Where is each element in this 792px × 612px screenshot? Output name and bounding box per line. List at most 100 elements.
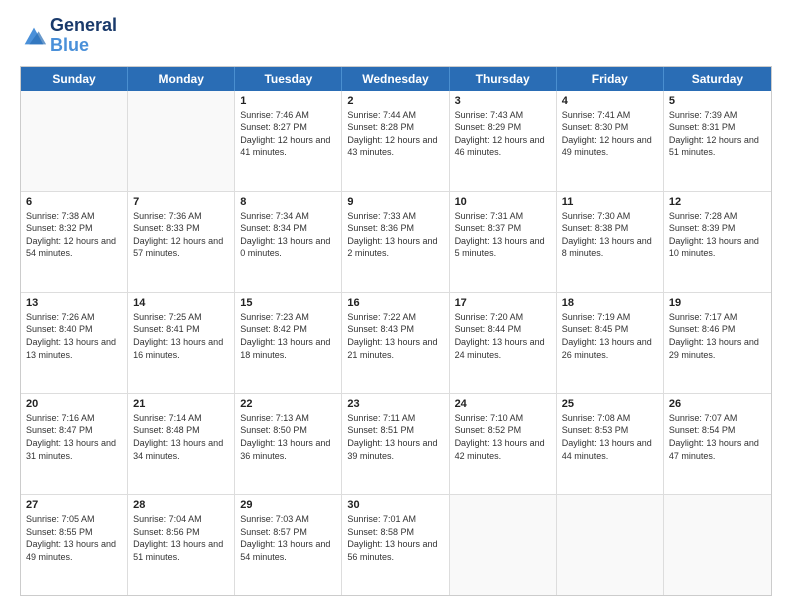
day-number: 10	[455, 196, 551, 208]
day-cell-28: 28 Sunrise: 7:04 AM Sunset: 8:56 PM Dayli…	[128, 495, 235, 595]
day-info: Sunrise: 7:14 AM Sunset: 8:48 PM Dayligh…	[133, 412, 229, 462]
day-number: 16	[347, 297, 443, 309]
day-number: 28	[133, 499, 229, 511]
page: General Blue SundayMondayTuesdayWednesda…	[0, 0, 792, 612]
day-info: Sunrise: 7:36 AM Sunset: 8:33 PM Dayligh…	[133, 210, 229, 260]
day-info: Sunrise: 7:26 AM Sunset: 8:40 PM Dayligh…	[26, 311, 122, 361]
day-info: Sunrise: 7:03 AM Sunset: 8:57 PM Dayligh…	[240, 513, 336, 563]
day-info: Sunrise: 7:05 AM Sunset: 8:55 PM Dayligh…	[26, 513, 122, 563]
day-number: 24	[455, 398, 551, 410]
header: General Blue	[20, 16, 772, 56]
day-number: 1	[240, 95, 336, 107]
day-info: Sunrise: 7:39 AM Sunset: 8:31 PM Dayligh…	[669, 109, 766, 159]
header-day-sunday: Sunday	[21, 67, 128, 91]
day-number: 6	[26, 196, 122, 208]
day-info: Sunrise: 7:34 AM Sunset: 8:34 PM Dayligh…	[240, 210, 336, 260]
day-info: Sunrise: 7:07 AM Sunset: 8:54 PM Dayligh…	[669, 412, 766, 462]
day-info: Sunrise: 7:38 AM Sunset: 8:32 PM Dayligh…	[26, 210, 122, 260]
day-info: Sunrise: 7:22 AM Sunset: 8:43 PM Dayligh…	[347, 311, 443, 361]
calendar-body: 1 Sunrise: 7:46 AM Sunset: 8:27 PM Daylig…	[21, 91, 771, 595]
calendar-row-4: 27 Sunrise: 7:05 AM Sunset: 8:55 PM Dayli…	[21, 495, 771, 595]
day-info: Sunrise: 7:17 AM Sunset: 8:46 PM Dayligh…	[669, 311, 766, 361]
day-number: 13	[26, 297, 122, 309]
day-info: Sunrise: 7:44 AM Sunset: 8:28 PM Dayligh…	[347, 109, 443, 159]
day-number: 27	[26, 499, 122, 511]
day-cell-15: 15 Sunrise: 7:23 AM Sunset: 8:42 PM Dayli…	[235, 293, 342, 393]
empty-cell	[557, 495, 664, 595]
day-cell-1: 1 Sunrise: 7:46 AM Sunset: 8:27 PM Daylig…	[235, 91, 342, 191]
calendar-row-1: 6 Sunrise: 7:38 AM Sunset: 8:32 PM Daylig…	[21, 192, 771, 293]
day-cell-29: 29Sunrise: 7:03 AM Sunset: 8:57 PM Dayli…	[235, 495, 342, 595]
day-cell-16: 16 Sunrise: 7:22 AM Sunset: 8:43 PM Dayli…	[342, 293, 449, 393]
calendar-row-2: 13 Sunrise: 7:26 AM Sunset: 8:40 PM Dayli…	[21, 293, 771, 394]
day-number: 9	[347, 196, 443, 208]
day-info: Sunrise: 7:28 AM Sunset: 8:39 PM Dayligh…	[669, 210, 766, 260]
day-number: 15	[240, 297, 336, 309]
day-number: 26	[669, 398, 766, 410]
day-cell-30: 30 Sunrise: 7:01 AM Sunset: 8:58 PM Dayli…	[342, 495, 449, 595]
day-number: 30	[347, 499, 443, 511]
day-info: Sunrise: 7:31 AM Sunset: 8:37 PM Dayligh…	[455, 210, 551, 260]
day-info: Sunrise: 7:46 AM Sunset: 8:27 PM Dayligh…	[240, 109, 336, 159]
day-number: 17	[455, 297, 551, 309]
header-day-monday: Monday	[128, 67, 235, 91]
day-info: Sunrise: 7:01 AM Sunset: 8:58 PM Dayligh…	[347, 513, 443, 563]
day-info: Sunrise: 7:25 AM Sunset: 8:41 PM Dayligh…	[133, 311, 229, 361]
day-number: 12	[669, 196, 766, 208]
day-number: 5	[669, 95, 766, 107]
day-info: Sunrise: 7:11 AM Sunset: 8:51 PM Dayligh…	[347, 412, 443, 462]
day-cell-10: 10 Sunrise: 7:31 AM Sunset: 8:37 PM Dayli…	[450, 192, 557, 292]
calendar-row-3: 20 Sunrise: 7:16 AM Sunset: 8:47 PM Dayli…	[21, 394, 771, 495]
day-number: 7	[133, 196, 229, 208]
logo: General Blue	[20, 16, 117, 56]
day-info: Sunrise: 7:10 AM Sunset: 8:52 PM Dayligh…	[455, 412, 551, 462]
header-day-thursday: Thursday	[450, 67, 557, 91]
day-info: Sunrise: 7:16 AM Sunset: 8:47 PM Dayligh…	[26, 412, 122, 462]
day-cell-12: 12 Sunrise: 7:28 AM Sunset: 8:39 PM Dayli…	[664, 192, 771, 292]
day-number: 11	[562, 196, 658, 208]
day-cell-22: 22 Sunrise: 7:13 AM Sunset: 8:50 PM Dayli…	[235, 394, 342, 494]
day-cell-25: 25Sunrise: 7:08 AM Sunset: 8:53 PM Dayli…	[557, 394, 664, 494]
day-number: 4	[562, 95, 658, 107]
day-cell-24: 24 Sunrise: 7:10 AM Sunset: 8:52 PM Dayli…	[450, 394, 557, 494]
empty-cell	[128, 91, 235, 191]
day-number: 18	[562, 297, 658, 309]
day-info: Sunrise: 7:33 AM Sunset: 8:36 PM Dayligh…	[347, 210, 443, 260]
logo-text: General Blue	[50, 16, 117, 56]
day-cell-3: 3 Sunrise: 7:43 AM Sunset: 8:29 PM Daylig…	[450, 91, 557, 191]
calendar: SundayMondayTuesdayWednesdayThursdayFrid…	[20, 66, 772, 596]
day-cell-21: 21Sunrise: 7:14 AM Sunset: 8:48 PM Dayli…	[128, 394, 235, 494]
day-cell-4: 4Sunrise: 7:41 AM Sunset: 8:30 PM Daylig…	[557, 91, 664, 191]
calendar-row-0: 1 Sunrise: 7:46 AM Sunset: 8:27 PM Daylig…	[21, 91, 771, 192]
header-day-friday: Friday	[557, 67, 664, 91]
day-info: Sunrise: 7:19 AM Sunset: 8:45 PM Dayligh…	[562, 311, 658, 361]
day-cell-20: 20 Sunrise: 7:16 AM Sunset: 8:47 PM Dayli…	[21, 394, 128, 494]
header-day-wednesday: Wednesday	[342, 67, 449, 91]
day-cell-26: 26 Sunrise: 7:07 AM Sunset: 8:54 PM Dayli…	[664, 394, 771, 494]
day-number: 22	[240, 398, 336, 410]
day-info: Sunrise: 7:13 AM Sunset: 8:50 PM Dayligh…	[240, 412, 336, 462]
day-cell-17: 17Sunrise: 7:20 AM Sunset: 8:44 PM Dayli…	[450, 293, 557, 393]
day-cell-2: 2 Sunrise: 7:44 AM Sunset: 8:28 PM Daylig…	[342, 91, 449, 191]
day-info: Sunrise: 7:04 AM Sunset: 8:56 PM Dayligh…	[133, 513, 229, 563]
day-cell-27: 27 Sunrise: 7:05 AM Sunset: 8:55 PM Dayli…	[21, 495, 128, 595]
logo-icon	[20, 22, 48, 50]
day-number: 2	[347, 95, 443, 107]
day-info: Sunrise: 7:23 AM Sunset: 8:42 PM Dayligh…	[240, 311, 336, 361]
day-cell-5: 5 Sunrise: 7:39 AM Sunset: 8:31 PM Daylig…	[664, 91, 771, 191]
header-day-saturday: Saturday	[664, 67, 771, 91]
day-number: 25	[562, 398, 658, 410]
day-number: 19	[669, 297, 766, 309]
day-cell-11: 11 Sunrise: 7:30 AM Sunset: 8:38 PM Dayli…	[557, 192, 664, 292]
logo-inner: General Blue	[20, 16, 117, 56]
empty-cell	[21, 91, 128, 191]
day-info: Sunrise: 7:43 AM Sunset: 8:29 PM Dayligh…	[455, 109, 551, 159]
header-day-tuesday: Tuesday	[235, 67, 342, 91]
day-number: 20	[26, 398, 122, 410]
empty-cell	[450, 495, 557, 595]
day-cell-6: 6 Sunrise: 7:38 AM Sunset: 8:32 PM Daylig…	[21, 192, 128, 292]
day-cell-14: 14Sunrise: 7:25 AM Sunset: 8:41 PM Dayli…	[128, 293, 235, 393]
day-info: Sunrise: 7:30 AM Sunset: 8:38 PM Dayligh…	[562, 210, 658, 260]
day-number: 3	[455, 95, 551, 107]
day-number: 8	[240, 196, 336, 208]
